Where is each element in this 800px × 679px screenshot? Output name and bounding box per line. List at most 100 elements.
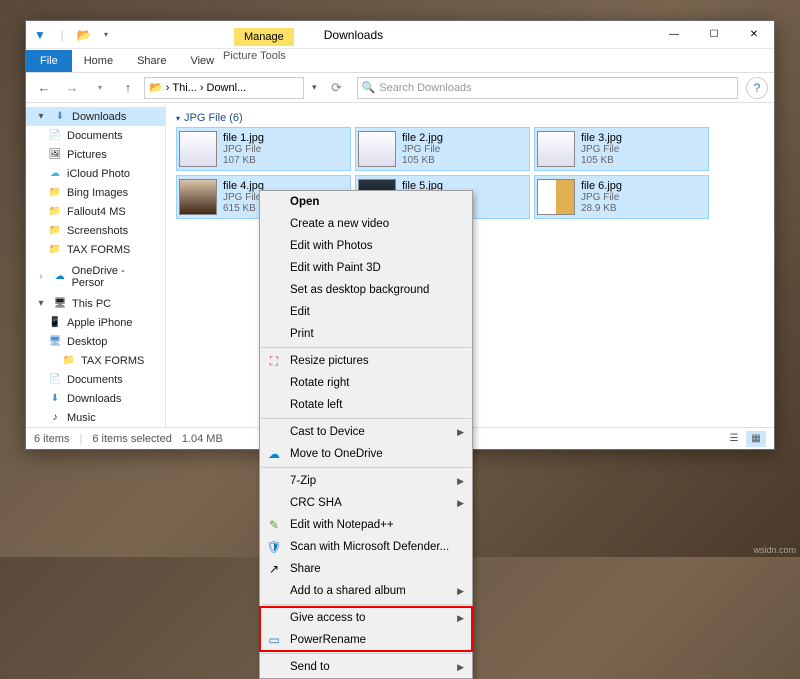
file-meta: file 6.jpg JPG File 28.9 KB [581, 180, 622, 214]
file-item[interactable]: file 6.jpg JPG File 28.9 KB [534, 175, 709, 219]
highlighted-section: Give access to▶ ▭PowerRename [260, 607, 472, 651]
chevron-down-icon: ▾ [34, 110, 48, 124]
downloads-icon: ⬇ [48, 392, 62, 406]
sidebar-item[interactable]: ☁iCloud Photo [26, 164, 165, 183]
context-menu: Open Create a new video Edit with Photos… [259, 190, 473, 679]
back-button[interactable]: ← [32, 76, 56, 100]
folder-icon: 📁 [48, 243, 62, 257]
sidebar-item[interactable]: 📄Documents [26, 126, 165, 145]
ctx-share[interactable]: ↗Share [260, 558, 472, 580]
address-bar[interactable]: 📂 › Thi... › Downl... [144, 77, 304, 99]
file-item[interactable]: file 3.jpg JPG File 105 KB [534, 127, 709, 171]
forward-button[interactable]: → [60, 76, 84, 100]
sidebar-item-label: TAX FORMS [67, 244, 130, 256]
ribbon-tab-home[interactable]: Home [72, 55, 125, 67]
submenu-arrow-icon: ▶ [457, 613, 464, 624]
group-label: JPG File (6) [184, 112, 243, 124]
details-view-button[interactable]: ☰ [724, 431, 744, 447]
sidebar-item-downloads[interactable]: ▾⬇Downloads [26, 107, 165, 126]
submenu-arrow-icon: ▶ [457, 662, 464, 673]
sidebar-item[interactable]: 📁TAX FORMS [26, 351, 165, 370]
picture-tools-label[interactable]: Picture Tools [223, 50, 286, 62]
help-button[interactable]: ? [746, 77, 768, 99]
powerrename-icon: ▭ [266, 632, 282, 648]
ctx-edit[interactable]: Edit [260, 301, 472, 323]
folder-icon[interactable]: 📂 [76, 27, 92, 43]
ctx-powerrename[interactable]: ▭PowerRename [260, 629, 472, 651]
ctx-edit-notepadpp[interactable]: ✎Edit with Notepad++ [260, 514, 472, 536]
ctx-rotate-right[interactable]: Rotate right [260, 372, 472, 394]
maximize-button[interactable]: ☐ [694, 21, 734, 49]
sidebar-item[interactable]: ⬇Downloads [26, 389, 165, 408]
ctx-print[interactable]: Print [260, 323, 472, 345]
ribbon-tab-share[interactable]: Share [125, 55, 178, 67]
sidebar-item-thispc[interactable]: ▾🖥This PC [26, 294, 165, 313]
file-menu[interactable]: File [26, 50, 72, 72]
address-dropdown-icon[interactable]: ▾ [308, 82, 321, 93]
ctx-edit-photos[interactable]: Edit with Photos [260, 235, 472, 257]
tiles-view-button[interactable]: ▦ [746, 431, 766, 447]
group-header[interactable]: ▾ JPG File (6) [176, 109, 764, 127]
sidebar-item-label: Apple iPhone [67, 317, 132, 329]
sidebar-item[interactable]: ♪Music [26, 408, 165, 427]
sidebar-item[interactable]: 📱Apple iPhone [26, 313, 165, 332]
ctx-crc-sha[interactable]: CRC SHA▶ [260, 492, 472, 514]
document-icon: 📄 [48, 373, 62, 387]
address-bar-row: ← → ▾ ↑ 📂 › Thi... › Downl... ▾ ⟳ 🔍 Sear… [26, 73, 774, 103]
ctx-edit-paint3d[interactable]: Edit with Paint 3D [260, 257, 472, 279]
minimize-button[interactable]: — [654, 21, 694, 49]
ctx-move-to-onedrive[interactable]: ☁Move to OneDrive [260, 443, 472, 465]
sidebar-item-label: Screenshots [67, 225, 128, 237]
ctx-add-shared-album[interactable]: Add to a shared album▶ [260, 580, 472, 602]
breadcrumb-part[interactable]: Thi... [172, 82, 196, 94]
refresh-button[interactable]: ⟳ [325, 76, 349, 100]
pictures-icon: 🖼 [48, 148, 62, 162]
submenu-arrow-icon: ▶ [457, 427, 464, 438]
file-name: file 1.jpg [223, 132, 264, 144]
file-size: 105 KB [581, 155, 622, 166]
file-item[interactable]: file 2.jpg JPG File 105 KB [355, 127, 530, 171]
sidebar-item[interactable]: 📄Documents [26, 370, 165, 389]
sidebar-item[interactable]: 📁 TAX FORMS [26, 240, 165, 259]
ctx-resize-pictures[interactable]: ⛶Resize pictures [260, 350, 472, 372]
ctx-send-to[interactable]: Send to▶ [260, 656, 472, 678]
file-meta: file 2.jpg JPG File 105 KB [402, 132, 443, 166]
sidebar-item[interactable]: 🖼Pictures [26, 145, 165, 164]
sidebar-item[interactable]: 📁Screenshots [26, 221, 165, 240]
desktop-icon: 🖥 [48, 335, 62, 349]
ctx-give-access-to[interactable]: Give access to▶ [260, 607, 472, 629]
ctx-scan-defender[interactable]: 🛡Scan with Microsoft Defender... [260, 536, 472, 558]
music-icon: ♪ [48, 411, 62, 425]
sidebar-item-label: This PC [72, 298, 111, 310]
separator [261, 604, 471, 605]
qat-overflow-icon[interactable]: ▾ [98, 27, 114, 43]
sidebar-item[interactable]: 📁Bing Images [26, 183, 165, 202]
sidebar-item-onedrive[interactable]: ›☁OneDrive - Persor [26, 267, 165, 286]
down-arrow-icon[interactable]: ▼ [32, 27, 48, 43]
search-input[interactable]: 🔍 Search Downloads [357, 77, 738, 99]
ctx-open[interactable]: Open [260, 191, 472, 213]
navigation-pane[interactable]: ▾⬇Downloads 📄Documents 🖼Pictures ☁iCloud… [26, 103, 166, 427]
close-button[interactable]: ✕ [734, 21, 774, 49]
sidebar-item[interactable]: 🖥Desktop [26, 332, 165, 351]
sidebar-item[interactable]: 📁Fallout4 MS [26, 202, 165, 221]
divider: | [79, 433, 82, 445]
ctx-set-background[interactable]: Set as desktop background [260, 279, 472, 301]
separator [261, 418, 471, 419]
manage-tab-header[interactable]: Manage [234, 28, 294, 46]
breadcrumb-part[interactable]: Downl... [207, 82, 247, 94]
ctx-7zip[interactable]: 7-Zip▶ [260, 470, 472, 492]
file-item[interactable]: file 1.jpg JPG File 107 KB [176, 127, 351, 171]
up-button[interactable]: ↑ [116, 76, 140, 100]
separator [261, 653, 471, 654]
ribbon-tab-view[interactable]: View [178, 55, 226, 67]
ctx-create-video[interactable]: Create a new video [260, 213, 472, 235]
sidebar-item-label: Bing Images [67, 187, 128, 199]
status-item-count: 6 items [34, 433, 69, 445]
file-thumbnail [537, 131, 575, 167]
ctx-rotate-left[interactable]: Rotate left [260, 394, 472, 416]
ctx-cast-to-device[interactable]: Cast to Device▶ [260, 421, 472, 443]
file-thumbnail [358, 131, 396, 167]
breadcrumb-part[interactable]: › [166, 82, 170, 94]
recent-locations-icon[interactable]: ▾ [88, 76, 112, 100]
